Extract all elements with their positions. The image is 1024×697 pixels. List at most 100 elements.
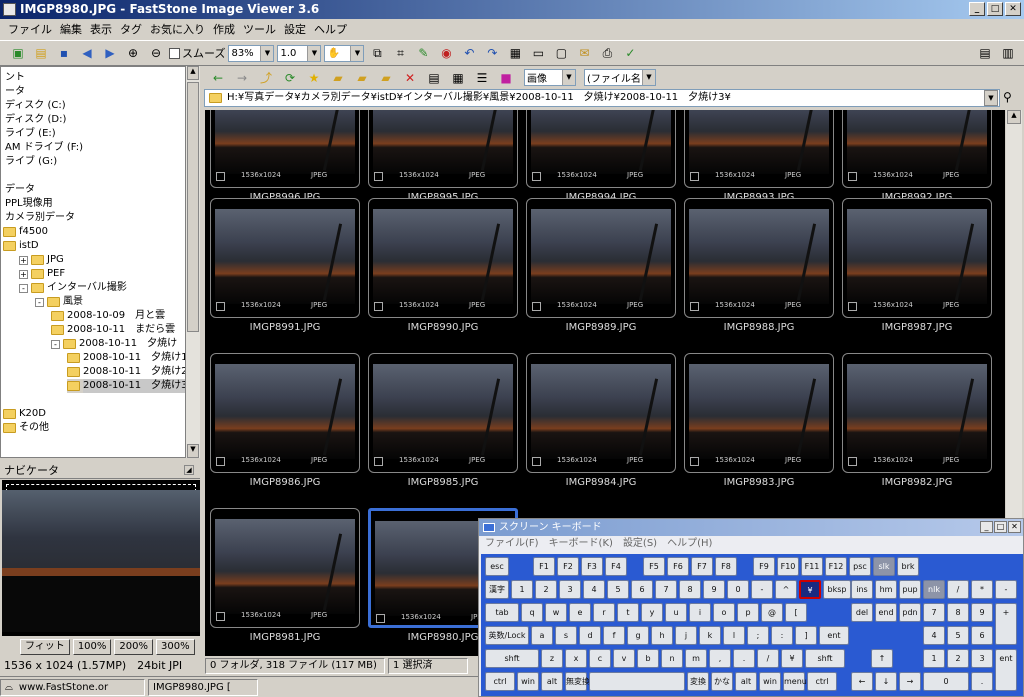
scroll-up-icon[interactable]: ▲ (1007, 110, 1021, 124)
key-s[interactable]: s (555, 626, 577, 645)
tree-item[interactable]: データ (5, 183, 35, 197)
osk-minimize-button[interactable]: _ (980, 521, 993, 533)
path-field[interactable]: H:¥写真データ¥カメラ別データ¥istD¥インターバル撮影¥風景¥2008-1… (204, 89, 1000, 107)
tree-item[interactable]: ータ (5, 85, 25, 99)
key-¥[interactable]: ¥ (781, 649, 803, 668)
tree-item[interactable]: K20D (3, 407, 46, 421)
key-psc[interactable]: psc (849, 557, 871, 576)
thumbnail[interactable]: 1536x1024 JPEG (842, 198, 992, 318)
key--[interactable]: - (995, 580, 1017, 599)
ratio-select[interactable]: 1.0 ▼ (277, 44, 322, 62)
key-*[interactable]: * (971, 580, 993, 599)
print-icon[interactable]: ⎙ (597, 43, 617, 63)
key-7[interactable]: 7 (655, 580, 677, 599)
key-x[interactable]: x (565, 649, 587, 668)
key-F7[interactable]: F7 (691, 557, 713, 576)
thumbnail-checkbox[interactable] (690, 172, 699, 181)
key-del[interactable]: del (851, 603, 873, 622)
key-/[interactable]: / (947, 580, 969, 599)
key-8[interactable]: 8 (679, 580, 701, 599)
key-F4[interactable]: F4 (605, 557, 627, 576)
thumbnail-filename[interactable]: IMGP8986.JPG (210, 477, 360, 488)
key-F11[interactable]: F11 (801, 557, 823, 576)
osk-close-button[interactable]: ✕ (1008, 521, 1021, 533)
thumbnail-filename[interactable]: IMGP8989.JPG (526, 322, 676, 333)
thumbnail-checkbox[interactable] (216, 612, 225, 621)
zoom-in-icon[interactable]: ⊕ (123, 43, 143, 63)
key-無変換[interactable]: 無変換 (565, 672, 590, 691)
menu-create[interactable]: 作成 (209, 21, 239, 37)
thumbnail[interactable]: 1536x1024 JPEG (210, 508, 360, 628)
tree-item[interactable]: カメラ別データ (5, 211, 75, 225)
tree-item[interactable]: PPL現像用 (5, 197, 53, 211)
path-dropdown-icon[interactable]: ▼ (984, 90, 998, 106)
thumbnail-checkbox[interactable] (216, 457, 225, 466)
key-l[interactable]: l (723, 626, 745, 645)
tree-item[interactable]: 2008-10-11 まだら雲 (51, 323, 175, 337)
key-0[interactable]: 0 (923, 672, 969, 691)
key-f[interactable]: f (603, 626, 625, 645)
pin-icon[interactable]: ⚲ (1003, 90, 1012, 104)
key-変換[interactable]: 変換 (687, 672, 709, 691)
key-2[interactable]: 2 (947, 649, 969, 668)
batch-icon[interactable]: ✓ (620, 43, 640, 63)
thumbnail-filename[interactable]: IMGP8985.JPG (368, 477, 518, 488)
key-m[interactable]: m (685, 649, 707, 668)
thumbnail[interactable]: 1536x1024 JPEG (210, 198, 360, 318)
key-9[interactable]: 9 (971, 603, 993, 622)
key-tab[interactable]: tab (485, 603, 519, 622)
crop-icon[interactable]: ⌗ (390, 43, 410, 63)
key-↑[interactable]: ↑ (871, 649, 893, 668)
tree-item[interactable]: ディスク (C:) (5, 99, 66, 113)
tree-item[interactable]: - インターバル撮影 (19, 281, 127, 295)
email-icon[interactable]: ✉ (574, 43, 594, 63)
key-slk[interactable]: slk (873, 557, 895, 576)
key-k[interactable]: k (699, 626, 721, 645)
key-i[interactable]: i (689, 603, 711, 622)
menu-file[interactable]: ファイル (4, 21, 56, 37)
thumbnail-filename[interactable]: IMGP8987.JPG (842, 322, 992, 333)
tree-item[interactable]: - 風景 (35, 295, 83, 309)
key-r[interactable]: r (593, 603, 615, 622)
key-2[interactable]: 2 (535, 580, 557, 599)
key-F9[interactable]: F9 (753, 557, 775, 576)
thumbnail-checkbox[interactable] (374, 457, 383, 466)
view-list-icon[interactable]: ☰ (472, 68, 492, 88)
layout2-icon[interactable]: ▥ (998, 43, 1018, 63)
osk-menu-help[interactable]: ヘルプ(H) (667, 536, 712, 552)
key-5[interactable]: 5 (607, 580, 629, 599)
key-1[interactable]: 1 (511, 580, 533, 599)
thumbnail[interactable]: 1536x1024 JPEG (684, 353, 834, 473)
zoom-200-button[interactable]: 200% (114, 639, 153, 655)
key-p[interactable]: p (737, 603, 759, 622)
thumbnail-checkbox[interactable] (532, 457, 541, 466)
thumbnail-checkbox[interactable] (532, 172, 541, 181)
key-d[interactable]: d (579, 626, 601, 645)
key-brk[interactable]: brk (897, 557, 919, 576)
expand-toggle-icon[interactable]: - (51, 339, 60, 349)
key-ctrl[interactable]: ctrl (807, 672, 837, 691)
minimize-button[interactable]: _ (969, 2, 985, 16)
menu-help[interactable]: ヘルプ (310, 21, 351, 37)
close-button[interactable]: ✕ (1005, 2, 1021, 16)
site-link[interactable]: www.FastStone.or (19, 680, 108, 695)
key-pup[interactable]: pup (899, 580, 921, 599)
thumbnail[interactable]: 1536x1024 JPEG (842, 110, 992, 188)
thumbnail-filename[interactable]: IMGP8982.JPG (842, 477, 992, 488)
up-folder-icon[interactable]: ⤴ (256, 68, 276, 88)
zoom-300-button[interactable]: 300% (156, 639, 195, 655)
thumbnail[interactable]: 1536x1024 JPEG (684, 110, 834, 188)
new-folder-icon[interactable]: ▰ (328, 68, 348, 88)
key-F3[interactable]: F3 (581, 557, 603, 576)
thumbnail-checkbox[interactable] (848, 457, 857, 466)
key-漢字[interactable]: 漢字 (485, 580, 509, 599)
tree-item[interactable]: 2008-10-11 夕焼け2 (67, 365, 185, 379)
tree-item[interactable]: - 2008-10-11 夕焼け (51, 337, 177, 351)
thumbnail[interactable]: 1536x1024 JPEG (526, 110, 676, 188)
key-j[interactable]: j (675, 626, 697, 645)
tree-item[interactable]: ライブ (E:) (5, 127, 56, 141)
thumbnail-checkbox[interactable] (216, 302, 225, 311)
key-5[interactable]: 5 (947, 626, 969, 645)
key-7[interactable]: 7 (923, 603, 945, 622)
key-menu[interactable]: menu (783, 672, 807, 691)
